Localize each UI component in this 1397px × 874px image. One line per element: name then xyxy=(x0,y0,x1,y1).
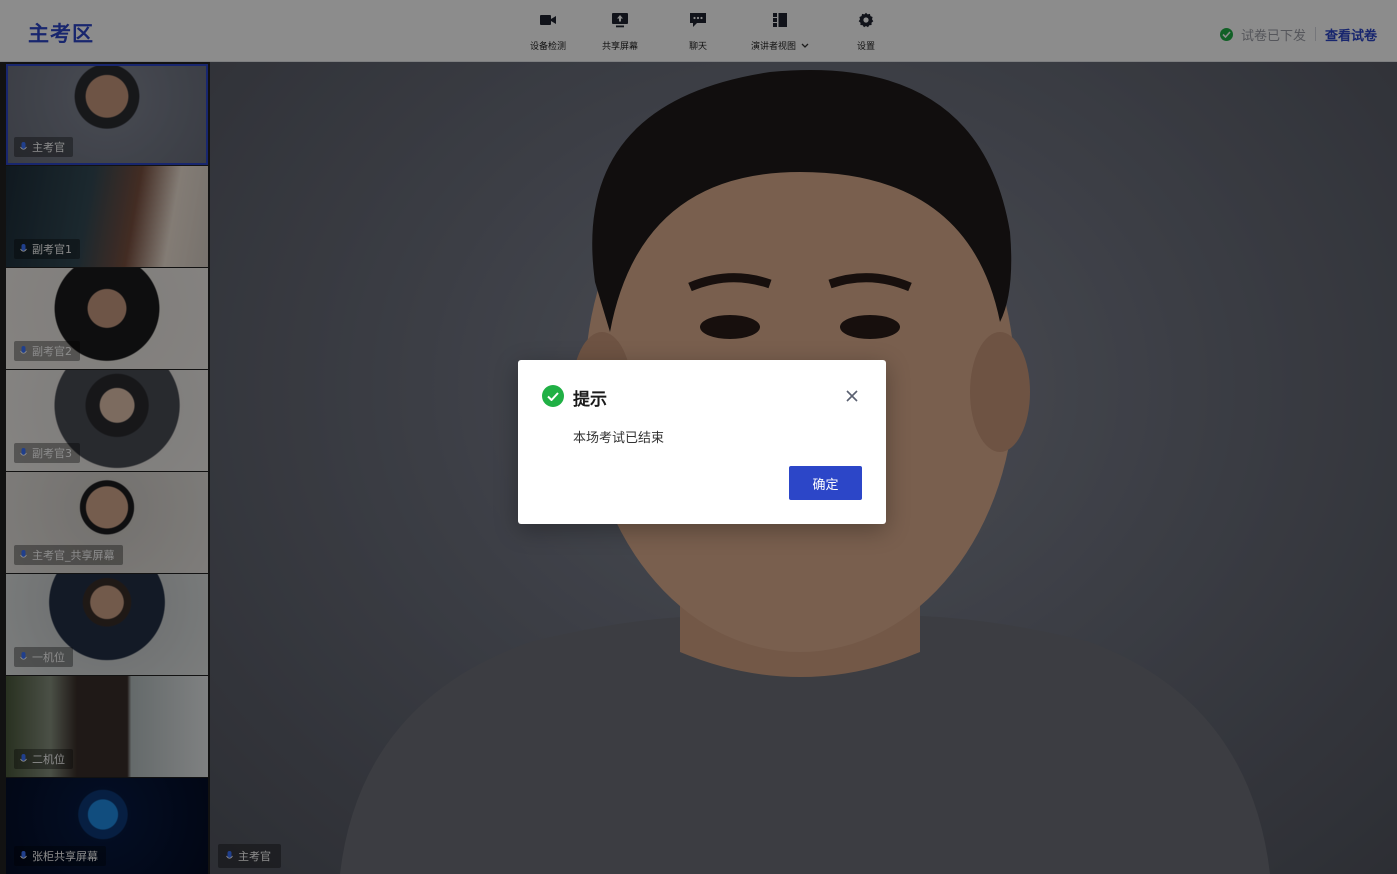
success-check-icon xyxy=(542,385,564,407)
exam-app: 主考区 设备检测 共享屏幕 聊天 演讲者视图 设置 试卷已下发 查看试卷 主考官… xyxy=(0,0,1397,874)
close-icon[interactable] xyxy=(844,388,860,404)
confirm-button[interactable]: 确定 xyxy=(789,466,862,500)
dialog-message: 本场考试已结束 xyxy=(573,431,665,446)
notice-dialog: 提示 本场考试已结束 确定 xyxy=(518,360,886,524)
dialog-title: 提示 xyxy=(573,390,607,410)
